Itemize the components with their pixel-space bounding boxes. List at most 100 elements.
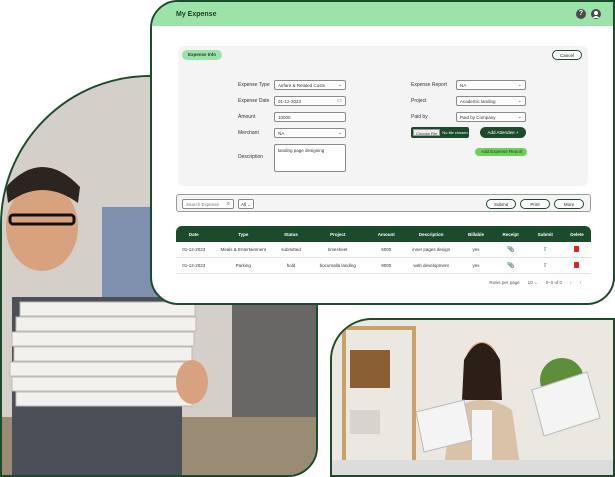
expense-date-label: Expense Date: [238, 98, 270, 104]
pagination: Rows per page 10 ⌄ 0–0 of 0 ‹ ›: [489, 280, 581, 286]
col-date[interactable]: Date: [176, 232, 212, 237]
app-header: My Expense ?: [152, 2, 613, 26]
more-button[interactable]: More: [554, 199, 584, 209]
receipt-file-input[interactable]: Choose File No file chosen: [411, 127, 469, 138]
cell-date: 01-12-2023: [182, 263, 206, 268]
chevron-down-icon: ⌄: [533, 280, 538, 285]
submit-button[interactable]: Submit: [486, 199, 516, 209]
add-expense-report-button[interactable]: Add Expense Report: [475, 148, 527, 156]
page: My Expense ? Expense Info Cancel Expense…: [0, 0, 615, 477]
cell-project: bocumalla landing: [319, 263, 356, 268]
woman-with-papers-illustration: [332, 320, 613, 475]
rows-per-page-label: Rows per page: [489, 280, 520, 285]
trash-icon[interactable]: [574, 246, 580, 252]
description-label: Description: [238, 154, 264, 160]
add-attendee-button[interactable]: Add Attendee +: [480, 127, 526, 138]
cell-delete: [563, 262, 591, 269]
expense-app-window: My Expense ? Expense Info Cancel Expense…: [150, 0, 615, 305]
expense-report-value: NA: [460, 83, 467, 88]
search-placeholder: Search Expense: [186, 202, 220, 207]
search-icon[interactable]: ⌕: [227, 200, 230, 209]
trash-icon[interactable]: [574, 262, 580, 268]
cell-date: 01-12-2023: [182, 247, 206, 252]
chevron-down-icon: ⌄: [517, 82, 522, 88]
help-icon[interactable]: ?: [576, 9, 586, 19]
expense-date-value: 01-12-2023: [278, 99, 302, 104]
cell-type: Meals & Entertainment: [220, 247, 267, 252]
expense-report-select[interactable]: NA ⌄: [456, 80, 526, 90]
cell-billable: yes: [472, 263, 480, 268]
table-header: Date Type Status Project Amount Descript…: [176, 226, 591, 242]
cell-status: hold: [286, 263, 296, 268]
upload-icon[interactable]: ⇧: [543, 247, 548, 253]
search-input[interactable]: Search Expense ⌕: [182, 199, 234, 209]
col-billable[interactable]: Billable: [458, 232, 494, 237]
amount-input[interactable]: 10000: [274, 112, 346, 122]
amount-label: Amount: [238, 114, 256, 120]
file-status-text: No file chosen: [442, 130, 468, 135]
col-amount[interactable]: Amount: [369, 232, 405, 237]
col-type[interactable]: Type: [212, 232, 276, 237]
prev-page-icon[interactable]: ‹: [570, 280, 572, 286]
cell-description: inner pages design: [412, 247, 451, 252]
cell-delete: [563, 246, 591, 253]
user-avatar-icon[interactable]: [591, 9, 601, 19]
page-title: My Expense: [176, 10, 217, 18]
project-label: Project: [411, 98, 427, 104]
expense-report-label: Expense Report: [411, 82, 447, 88]
print-button[interactable]: Print: [520, 199, 550, 209]
expense-toolbar: Search Expense ⌕ All ⌄ Submit Print More: [176, 194, 591, 212]
paperclip-icon[interactable]: 📎︎: [507, 247, 515, 253]
cell-billable: yes: [472, 247, 480, 252]
col-description[interactable]: Description: [404, 232, 458, 237]
project-value: Academic landing: [460, 99, 496, 104]
chevron-down-icon: ⌄: [517, 98, 522, 104]
choose-file-button[interactable]: Choose File: [413, 129, 441, 136]
paperclip-icon[interactable]: 📎︎: [507, 263, 515, 269]
chevron-down-icon: ⌄: [517, 114, 522, 120]
merchant-label: Merchant: [238, 130, 259, 136]
calendar-icon[interactable]: ▭: [337, 97, 342, 106]
project-select[interactable]: Academic landing ⌄: [456, 96, 526, 106]
chevron-down-icon: ⌄: [337, 82, 342, 88]
cell-submit: ⇧: [527, 246, 563, 253]
merchant-value: NA: [278, 131, 285, 136]
cell-type: Parking: [235, 263, 251, 268]
description-textarea[interactable]: landing page designing: [274, 144, 346, 172]
col-receipt[interactable]: Receipt: [494, 232, 528, 237]
cell-receipt: 📎︎: [494, 262, 528, 269]
col-project[interactable]: Project: [307, 232, 369, 237]
cell-project: timesheet: [327, 247, 348, 252]
cell-description: web development: [413, 263, 449, 268]
table-row[interactable]: 01-12-2023 Parking hold bocumalla landin…: [176, 258, 591, 274]
expense-type-value: Airfare & Related Costs: [278, 83, 326, 88]
col-delete[interactable]: Delete: [563, 232, 591, 237]
cell-submit: ⇧: [527, 262, 563, 269]
paid-by-value: Paid by Company: [460, 115, 496, 120]
expense-table: Date Type Status Project Amount Descript…: [176, 226, 591, 285]
expense-type-select[interactable]: Airfare & Related Costs ⌄: [274, 80, 346, 90]
expense-info-tab[interactable]: Expense Info: [182, 50, 223, 60]
cell-amount: 5000: [381, 247, 392, 252]
rows-per-page-value: 10: [527, 280, 533, 285]
merchant-select[interactable]: NA ⌄: [274, 128, 346, 138]
next-page-icon[interactable]: ›: [580, 280, 582, 286]
col-status[interactable]: Status: [275, 232, 307, 237]
cell-amount: 9000: [381, 263, 392, 268]
office-photo-right: [330, 318, 615, 477]
expense-form: Expense Info Cancel Expense Type Airfare…: [178, 46, 588, 186]
col-submit[interactable]: Submit: [527, 232, 563, 237]
expense-type-label: Expense Type: [238, 82, 270, 88]
cell-status: submitted: [281, 247, 301, 252]
paid-by-label: Paid by: [411, 114, 428, 120]
page-range: 0–0 of 0: [545, 280, 562, 285]
upload-icon[interactable]: ⇧: [543, 263, 548, 269]
rows-per-page-select[interactable]: 10 ⌄: [528, 280, 538, 286]
paid-by-select[interactable]: Paid by Company ⌄: [456, 112, 526, 122]
filter-select[interactable]: All ⌄: [238, 199, 254, 209]
cell-receipt: 📎︎: [494, 246, 528, 253]
chevron-down-icon: ⌄: [337, 130, 342, 136]
expense-date-field[interactable]: 01-12-2023 ▭: [274, 96, 346, 106]
cancel-button[interactable]: Cancel: [552, 50, 582, 60]
table-row[interactable]: 01-12-2023 Meals & Entertainment submitt…: [176, 242, 591, 258]
